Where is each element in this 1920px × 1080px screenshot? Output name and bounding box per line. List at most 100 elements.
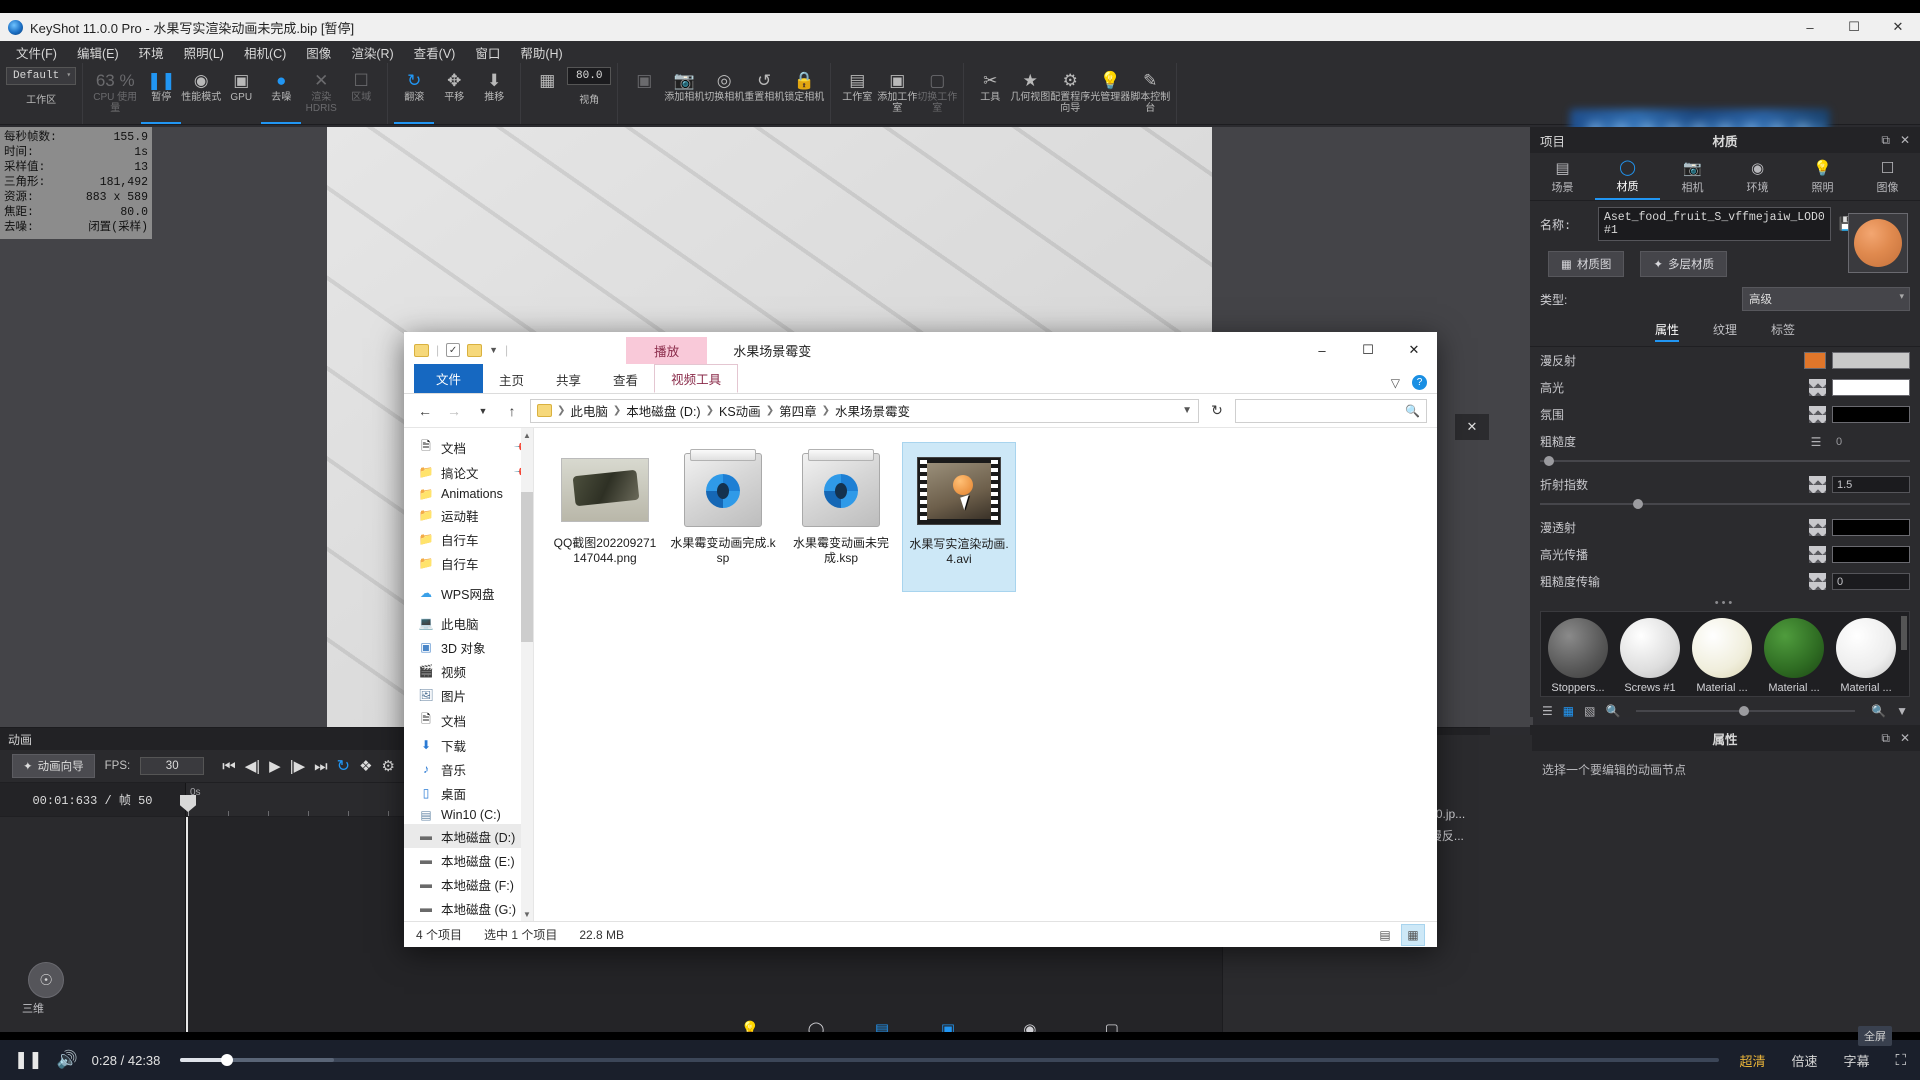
library-item[interactable]: Material ... [1833,618,1899,694]
file-explorer-window[interactable]: | ✓ ▼ | 播放 水果场景霉变 – ☐ ✕ 文件 主页 [404,332,1437,947]
step-forward-icon[interactable]: |▶ [290,757,305,775]
specular-transmission-texture-icon[interactable] [1809,546,1826,563]
ground-button[interactable]: ☉ [28,962,64,998]
nav-item-downloads[interactable]: ⬇ 下载 [404,733,533,757]
playhead[interactable] [186,817,188,1040]
close-button[interactable]: ✕ [1876,13,1920,41]
region-button[interactable]: ☐ 区域 [341,63,381,124]
workspace-value[interactable]: Default [6,67,76,85]
minimize-button[interactable]: – [1788,13,1832,41]
tab-image[interactable]: ☐ 图像 [1855,153,1920,200]
dolly-button[interactable]: ⬇ 推移 [474,63,514,124]
roughness-transmission-texture-icon[interactable] [1809,573,1826,590]
script-console-button[interactable]: ✎ 脚本控制台 [1130,63,1170,124]
ambient-texture-icon[interactable] [1809,406,1826,423]
project-panel-tab[interactable]: 项目 [1530,131,1565,150]
menu-environment[interactable]: 环境 [129,41,174,64]
property-roughness-transmission[interactable]: 粗糙度传输 0 [1530,568,1920,595]
background-dialog-close-button[interactable]: ✕ [1455,414,1489,440]
breadcrumb-item-1[interactable]: 本地磁盘 (D:) [626,401,700,420]
go-to-start-icon[interactable]: ⏮ [222,758,236,775]
camera-view-button[interactable]: ▣ [624,63,664,124]
close-icon[interactable]: ✕ [1900,133,1910,148]
breadcrumb-item-0[interactable]: 此电脑 [570,401,608,420]
subtab-textures[interactable]: 纹理 [1713,321,1737,342]
file-item-ksp-incompl[interactable]: 水果霉变动画未完成.ksp [784,442,898,592]
details-view-icon[interactable]: ▤ [1373,924,1397,946]
tab-camera[interactable]: 📷 相机 [1660,153,1725,200]
scroll-down-icon[interactable]: ▼ [521,907,533,921]
tools-button[interactable]: ✂ 工具 [970,63,1010,124]
light-manager-button[interactable]: 💡 光管理器 [1090,63,1130,124]
new-folder-icon[interactable] [467,344,482,357]
ribbon-tab-view[interactable]: 查看 [597,366,654,393]
help-icon[interactable]: ? [1412,375,1427,390]
reset-camera-button[interactable]: ↺ 重置相机 [744,63,784,124]
record-icon[interactable]: ❖ [359,757,372,775]
ribbon-tab-home[interactable]: 主页 [483,366,540,393]
view-angle-control[interactable]: 80.0 视角 [567,63,611,124]
fe-minimize-button[interactable]: – [1299,332,1345,368]
panel-resize-handle[interactable]: ••• [1530,595,1920,611]
ribbon-tab-share[interactable]: 共享 [540,366,597,393]
pause-icon[interactable]: ❚❚ [14,1050,43,1070]
switch-camera-button[interactable]: ◎ 切换相机 [704,63,744,124]
view-angle-value[interactable]: 80.0 [567,67,611,85]
property-diffuse-transmission[interactable]: 漫透射 [1530,514,1920,541]
go-to-end-icon[interactable]: ⏭ [314,758,328,775]
library-item[interactable]: Material ... [1761,618,1827,694]
nav-item-bicycle-1[interactable]: 📁 自行车 [404,527,533,551]
configurator-button[interactable]: ⚙ 配置程序向导 [1050,63,1090,124]
breadcrumb-item-4[interactable]: 水果场景霉变 [835,401,910,420]
recent-locations-icon[interactable]: ▼ [472,400,494,422]
nav-item-videos[interactable]: 🎬 视频 [404,659,533,683]
roughness-slider[interactable] [1540,455,1910,467]
library-item[interactable]: Stoppers... [1545,618,1611,694]
up-icon[interactable]: ↑ [501,400,523,422]
ribbon-tab-video-tools[interactable]: 视频工具 [654,364,738,393]
nav-item-drive-f[interactable]: ▬ 本地磁盘 (F:) [404,872,533,896]
tumble-button[interactable]: ↻ 翻滚 [394,63,434,124]
scroll-up-icon[interactable]: ▲ [521,428,533,442]
maximize-button[interactable]: ☐ [1832,13,1876,41]
list-view-icon[interactable]: ☰ [1542,704,1553,718]
menu-render[interactable]: 渲染(R) [341,41,403,64]
add-studio-button[interactable]: ▣ 添加工作室 [877,63,917,124]
roughness-value[interactable]: 0 [1832,436,1910,448]
file-item-ksp-complete[interactable]: 水果霉变动画完成.ksp [666,442,780,592]
nav-scrollbar[interactable]: ▲ ▼ [521,428,533,921]
subtab-properties[interactable]: 属性 [1655,321,1679,342]
menu-window[interactable]: 窗口 [465,41,510,64]
undock-icon[interactable]: ⧉ [1881,731,1890,746]
tab-lighting[interactable]: 💡 照明 [1790,153,1855,200]
nav-item-3d-objects[interactable]: ▣ 3D 对象 [404,635,533,659]
refresh-icon[interactable]: ↻ [1206,400,1228,422]
denoise-button[interactable]: ● 去噪 [261,63,301,124]
performance-mode-button[interactable]: ◉ 性能模式 [181,63,221,124]
nav-item-pictures[interactable]: 🖼 图片 [404,683,533,707]
material-library[interactable]: Stoppers... Screws #1 Material ... Mater… [1540,611,1910,697]
menu-lighting[interactable]: 照明(L) [174,41,234,64]
nav-item-wps-cloud[interactable]: ☁ WPS网盘 [404,581,533,605]
volume-control[interactable]: 🔊 [57,1050,78,1070]
subtab-labels[interactable]: 标签 [1771,321,1795,342]
filter-icon[interactable]: ▼ [1896,704,1908,718]
gpu-button[interactable]: ▣ GPU [221,63,261,124]
material-graph-button[interactable]: ▦ 材质图 [1548,251,1624,277]
specular-texture-icon[interactable] [1809,379,1826,396]
property-ior[interactable]: 折射指数 1.5 [1530,471,1920,498]
breadcrumb-dropdown-icon[interactable]: ▼ [1174,405,1192,416]
ior-value[interactable]: 1.5 [1832,476,1910,493]
multi-layer-button[interactable]: ✦ 多层材质 [1640,251,1727,277]
switch-studio-button[interactable]: ▢ 切换工作室 [917,63,957,124]
nav-item-music[interactable]: ♪ 音乐 [404,757,533,781]
progress-knob[interactable] [221,1054,233,1066]
grid-button[interactable]: ▦ [527,63,567,124]
roughness-mixer-icon[interactable]: ☰ [1806,435,1826,449]
breadcrumb[interactable]: ❯ 此电脑 ❯ 本地磁盘 (D:) ❯ KS动画 ❯ 第四章 ❯ 水果场景霉变 … [530,399,1199,423]
play-icon[interactable]: ▶ [269,757,281,775]
nav-item-drive-e[interactable]: ▬ 本地磁盘 (E:) [404,848,533,872]
undock-icon[interactable]: ⧉ [1881,133,1890,148]
diffuse-swatch-primary[interactable] [1804,352,1826,369]
material-type-select[interactable]: 高级 [1742,287,1910,311]
